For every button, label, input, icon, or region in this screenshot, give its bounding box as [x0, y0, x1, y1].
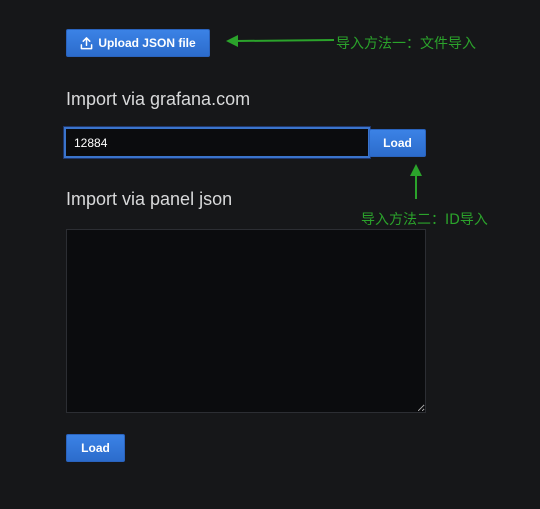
upload-json-button[interactable]: Upload JSON file: [66, 29, 210, 57]
load-id-button-label: Load: [383, 136, 412, 150]
upload-icon: [80, 36, 93, 49]
upload-json-button-label: Upload JSON file: [98, 36, 196, 50]
annotation-file-import: 导入方法一：文件导入: [336, 36, 476, 52]
load-json-button[interactable]: Load: [66, 434, 125, 462]
load-json-button-label: Load: [81, 441, 110, 455]
annotation-arrow-left: [226, 35, 335, 47]
annotation-arrow-up: [410, 164, 422, 199]
grafana-id-input[interactable]: [64, 127, 370, 158]
panel-json-textarea[interactable]: [66, 229, 426, 413]
import-json-title: Import via panel json: [66, 189, 233, 209]
load-id-button[interactable]: Load: [369, 129, 426, 157]
import-grafana-title: Import via grafana.com: [66, 89, 251, 109]
annotation-id-import: 导入方法二：ID导入: [361, 212, 488, 228]
